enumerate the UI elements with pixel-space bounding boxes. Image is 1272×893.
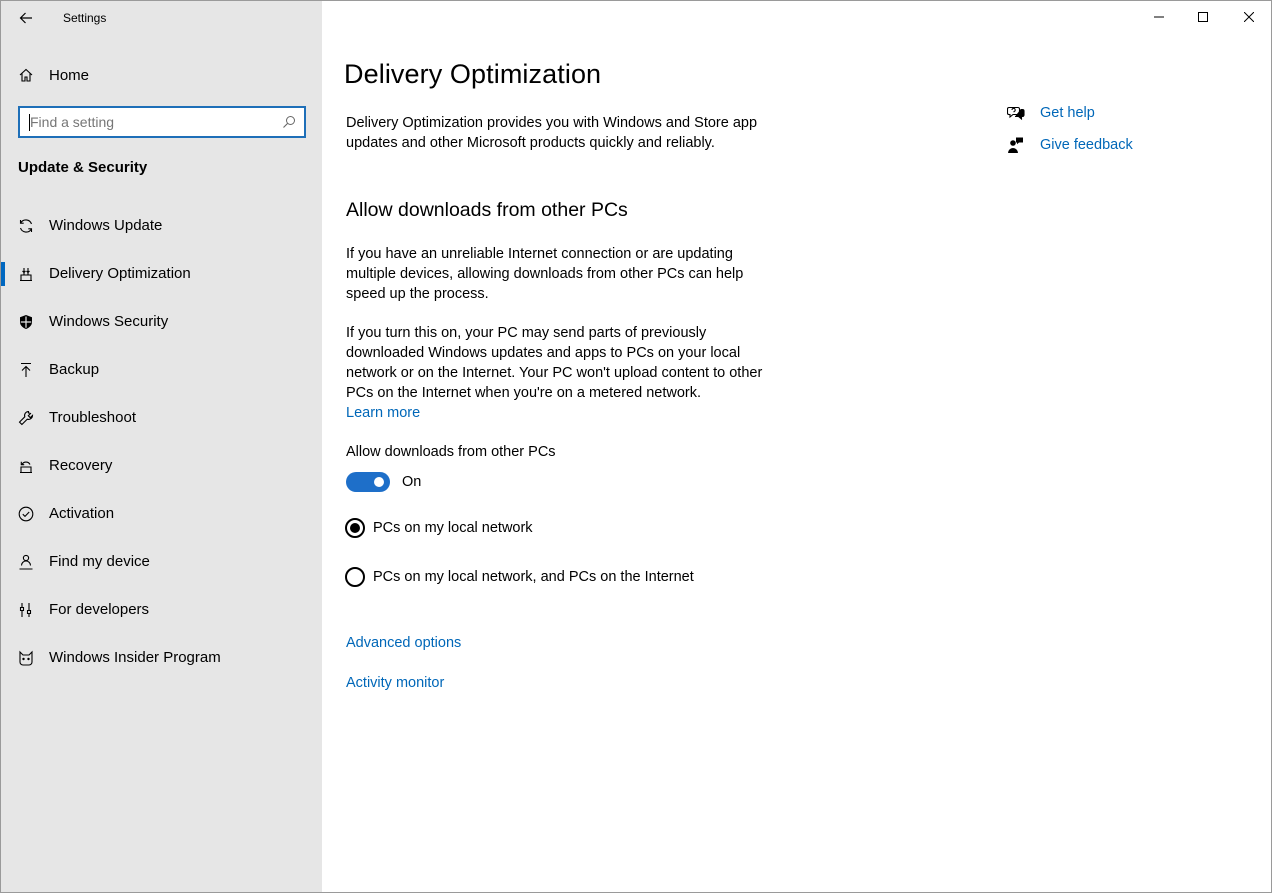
intro-line: Delivery Optimization provides you with … xyxy=(346,115,758,131)
shield-icon xyxy=(17,313,35,331)
home-nav-item[interactable]: Home xyxy=(18,63,89,87)
insider-cat-icon xyxy=(17,649,35,667)
back-arrow-icon xyxy=(19,12,32,24)
give-feedback-icon xyxy=(1006,135,1026,155)
paragraph-line: If you turn this on, your PC may send pa… xyxy=(346,325,707,341)
minimize-button[interactable] xyxy=(1136,1,1182,33)
radio-label: PCs on my local network, and PCs on the … xyxy=(373,569,694,585)
sidebar-item-windows-security[interactable]: Windows Security xyxy=(1,304,322,340)
sidebar-item-label: Activation xyxy=(49,505,115,522)
sidebar-item-label: Find my device xyxy=(49,553,150,570)
check-circle-icon xyxy=(17,505,35,523)
radio-label: PCs on my local network xyxy=(373,520,533,536)
sidebar-item-activation[interactable]: Activation xyxy=(1,496,322,532)
radio-button-checked[interactable] xyxy=(345,518,365,538)
maximize-icon xyxy=(1198,12,1208,22)
sidebar-item-windows-update[interactable]: Windows Update xyxy=(1,208,322,244)
sidebar-item-label: Windows Update xyxy=(49,217,163,234)
sidebar-item-backup[interactable]: Backup xyxy=(1,352,322,388)
section-heading: Allow downloads from other PCs xyxy=(346,199,628,221)
main-content: Delivery Optimization Delivery Optimizat… xyxy=(322,1,1271,892)
page-title: Delivery Optimization xyxy=(344,59,602,89)
sidebar-item-recovery[interactable]: Recovery xyxy=(1,448,322,484)
sidebar-item-label: Windows Security xyxy=(49,313,169,330)
sidebar-item-label: Recovery xyxy=(49,457,113,474)
paragraph-line: speed up the process. xyxy=(346,286,489,302)
delivery-optimization-icon xyxy=(17,265,35,283)
back-button[interactable] xyxy=(13,7,39,29)
paragraph-line: multiple devices, allowing downloads fro… xyxy=(346,266,744,282)
search-icon[interactable] xyxy=(282,115,296,129)
minimize-icon xyxy=(1154,16,1164,18)
paragraph-line: network or on the Internet. Your PC won'… xyxy=(346,365,763,381)
home-icon xyxy=(19,68,33,82)
paragraph-line: PCs on the Internet when you're on a met… xyxy=(346,385,701,401)
recovery-icon xyxy=(17,457,35,475)
backup-arrow-icon xyxy=(17,361,35,379)
toggle-knob xyxy=(374,477,384,487)
search-input[interactable] xyxy=(30,113,280,131)
sidebar-item-troubleshoot[interactable]: Troubleshoot xyxy=(1,400,322,436)
sidebar-item-label: For developers xyxy=(49,601,150,618)
intro-line: updates and other Microsoft products qui… xyxy=(346,135,715,151)
wrench-icon xyxy=(17,409,35,427)
paragraph-line: If you have an unreliable Internet conne… xyxy=(346,246,733,262)
sidebar-item-find-my-device[interactable]: Find my device xyxy=(1,544,322,580)
description-paragraph-1: If you have an unreliable Internet conne… xyxy=(346,244,743,304)
sidebar-item-label: Backup xyxy=(49,361,100,378)
settings-window: Settings Home Update & Security Windows … xyxy=(0,0,1272,893)
radio-button-unchecked[interactable] xyxy=(345,567,365,587)
radio-local-network[interactable]: PCs on my local network xyxy=(345,518,533,538)
section-title: Update & Security xyxy=(18,159,148,176)
close-icon xyxy=(1244,12,1254,22)
give-feedback-link[interactable]: Give feedback xyxy=(1006,135,1133,155)
sidebar-item-label: Windows Insider Program xyxy=(49,649,221,666)
person-location-icon xyxy=(17,553,35,571)
sidebar: Settings Home Update & Security Windows … xyxy=(1,1,322,892)
learn-more-link[interactable]: Learn more xyxy=(346,403,762,423)
developer-tools-icon xyxy=(17,601,35,619)
sidebar-item-delivery-optimization[interactable]: Delivery Optimization xyxy=(1,256,322,292)
home-label: Home xyxy=(49,66,90,84)
allow-downloads-toggle[interactable] xyxy=(346,472,390,492)
toggle-state-text: On xyxy=(402,474,422,490)
get-help-label: Get help xyxy=(1040,105,1095,121)
get-help-link[interactable]: Get help xyxy=(1006,103,1095,123)
sidebar-item-for-developers[interactable]: For developers xyxy=(1,592,322,628)
activity-monitor-link[interactable]: Activity monitor xyxy=(346,675,444,691)
radio-local-and-internet[interactable]: PCs on my local network, and PCs on the … xyxy=(345,567,694,587)
app-title: Settings xyxy=(63,11,107,25)
sidebar-item-label: Troubleshoot xyxy=(49,409,136,426)
sync-icon xyxy=(17,217,35,235)
description-paragraph-2: If you turn this on, your PC may send pa… xyxy=(346,323,762,423)
maximize-button[interactable] xyxy=(1180,1,1226,33)
close-button[interactable] xyxy=(1226,1,1271,33)
paragraph-line: downloaded Windows updates and apps to P… xyxy=(346,345,741,361)
give-feedback-label: Give feedback xyxy=(1040,137,1133,153)
search-box[interactable] xyxy=(18,106,306,138)
sidebar-item-windows-insider-program[interactable]: Windows Insider Program xyxy=(1,640,322,676)
toggle-label: Allow downloads from other PCs xyxy=(346,444,556,460)
selection-indicator xyxy=(1,262,5,286)
advanced-options-link[interactable]: Advanced options xyxy=(346,635,461,651)
intro-text: Delivery Optimization provides you with … xyxy=(346,113,757,153)
sidebar-item-label: Delivery Optimization xyxy=(49,265,191,282)
get-help-icon xyxy=(1006,103,1026,123)
